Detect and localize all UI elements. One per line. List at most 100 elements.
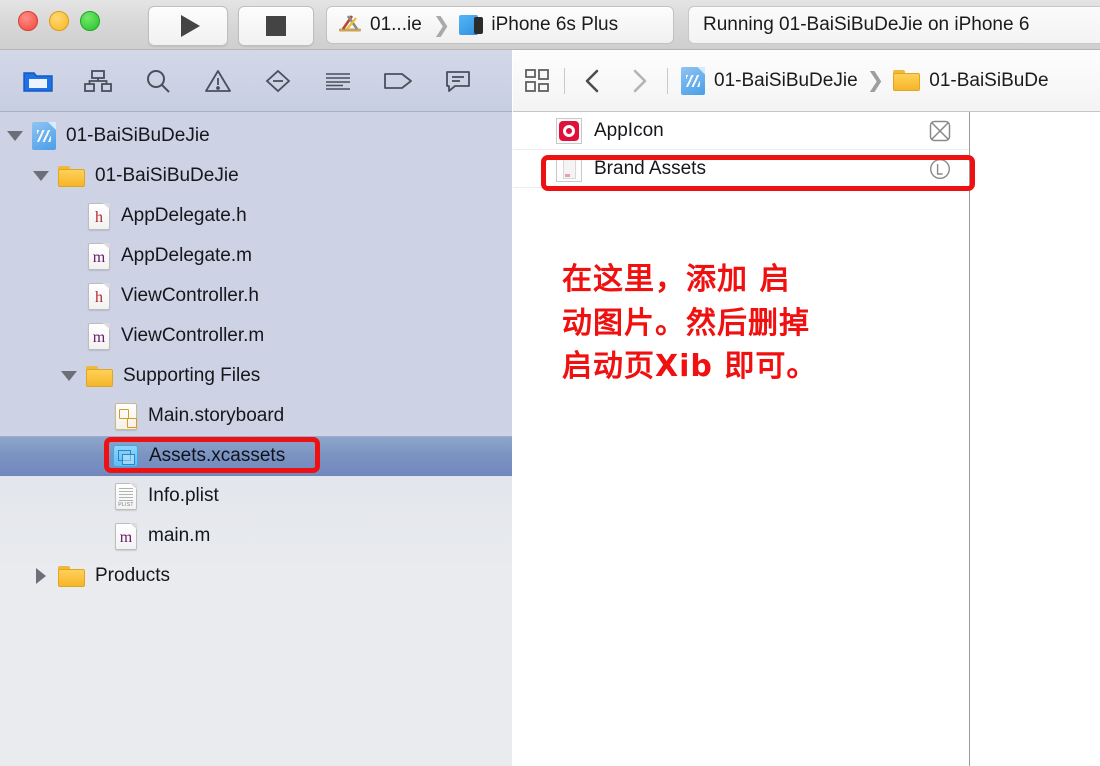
nav-row-label: AppDelegate.m [121, 245, 252, 266]
folder-icon [86, 365, 113, 387]
annotation-line-1: 在这里，添加 启 [562, 262, 791, 297]
speech-bubble-icon [446, 70, 470, 92]
breadcrumb-separator-icon: ❯ [866, 69, 885, 92]
hierarchy-icon [84, 69, 112, 92]
objc-file-icon: m [88, 242, 110, 270]
nav-row-info-plist[interactable]: PLIST Info.plist [0, 476, 512, 516]
nav-row-project[interactable]: 01-BaiSiBuDeJie [0, 116, 512, 156]
tag-icon [384, 72, 412, 89]
report-lines-icon [326, 72, 350, 90]
related-items-button[interactable] [513, 68, 561, 94]
annotation-line-2: 动图片。然后删掉 [562, 305, 810, 341]
nav-row-label: main.m [148, 525, 211, 546]
nav-row-label: ViewController.m [121, 325, 265, 346]
activity-status-text: Running 01-BaiSiBuDeJie on iPhone 6 [703, 14, 1030, 35]
forward-button[interactable] [616, 59, 664, 103]
editor-jump-bar: 01-BaiSiBuDeJie ❯ 01-BaiSiBuDe [513, 50, 1100, 112]
disclosure-triangle-down-icon[interactable] [58, 371, 80, 381]
folder-icon [58, 565, 85, 587]
nav-row-viewcontroller-h[interactable]: h ViewController.h [0, 276, 512, 316]
unassigned-square-x-icon [929, 120, 951, 142]
navigator-tab-source-control[interactable] [68, 59, 128, 103]
nav-row-label: Assets.xcassets [149, 445, 286, 466]
project-navigator[interactable]: 01-BaiSiBuDeJie 01-BaiSiBuDeJie h AppDel… [0, 112, 512, 766]
annotation-line-3: 启动页Xib 即可。 [562, 349, 818, 384]
navigator-tab-issues[interactable] [188, 59, 248, 103]
navigator-tab-symbol[interactable] [128, 59, 188, 103]
nav-row-main-storyboard[interactable]: Main.storyboard [0, 396, 512, 436]
nav-row-label: ViewController.h [121, 285, 260, 306]
folder-icon [893, 70, 921, 91]
launch-circle-l-icon [929, 158, 951, 180]
nav-row-appdelegate-m[interactable]: m AppDelegate.m [0, 236, 512, 276]
xcassets-file-icon [113, 445, 138, 467]
back-button[interactable] [568, 59, 616, 103]
asset-catalog-editor: AppIcon Brand Assets [513, 112, 1100, 766]
objc-file-icon: m [88, 322, 110, 350]
navigator-tab-reports[interactable] [428, 59, 488, 103]
stop-button[interactable] [238, 6, 314, 46]
folder-icon [23, 71, 53, 92]
appicon-thumbnail [556, 117, 582, 144]
play-icon [180, 15, 200, 37]
title-bar: 01...ie ❯ iPhone 6s Plus Running 01-BaiS… [0, 0, 1100, 50]
nav-row-label: AppDelegate.h [121, 205, 247, 226]
minimize-button[interactable] [49, 11, 69, 31]
asset-row-brand-assets[interactable]: Brand Assets [513, 150, 969, 188]
nav-row-label: 01-BaiSiBuDeJie [66, 125, 210, 146]
navigator-tab-project[interactable] [8, 59, 68, 103]
navigator-selector-bar [0, 50, 512, 112]
nav-row-viewcontroller-m[interactable]: m ViewController.m [0, 316, 512, 356]
activity-view: Running 01-BaiSiBuDeJie on iPhone 6 [688, 6, 1100, 44]
launch-image-thumbnail [556, 155, 582, 182]
project-file-icon [32, 122, 56, 150]
window-controls [18, 11, 100, 31]
xcode-window: 01...ie ❯ iPhone 6s Plus Running 01-BaiS… [0, 0, 1100, 766]
navigator-tab-debug[interactable] [308, 59, 368, 103]
divider [667, 67, 668, 94]
simulator-device-icon [459, 14, 485, 36]
chevron-left-icon [585, 69, 599, 92]
folder-icon [58, 165, 85, 187]
zoom-button[interactable] [80, 11, 100, 31]
divider [564, 67, 565, 94]
navigator-tab-tests[interactable] [248, 59, 308, 103]
disclosure-triangle-down-icon[interactable] [30, 171, 52, 181]
breadcrumb-item-project[interactable]: 01-BaiSiBuDeJie [681, 66, 858, 95]
objc-file-icon: m [115, 522, 137, 550]
nav-row-label: Info.plist [148, 485, 219, 506]
nav-row-label: 01-BaiSiBuDeJie [95, 165, 239, 186]
nav-row-group-supporting-files[interactable]: Supporting Files [0, 356, 512, 396]
chevron-right-icon [633, 69, 647, 92]
nav-row-assets-xcassets[interactable]: Assets.xcassets [0, 436, 512, 476]
breadcrumb-project-label: 01-BaiSiBuDeJie [714, 69, 858, 91]
nav-row-main-m[interactable]: m main.m [0, 516, 512, 556]
scheme-name: 01...ie [370, 14, 422, 35]
breadcrumb-folder-label: 01-BaiSiBuDe [929, 69, 1049, 91]
search-icon [147, 69, 170, 93]
breakpoint-diamond-icon [265, 69, 291, 92]
close-button[interactable] [18, 11, 38, 31]
asset-row-appicon[interactable]: AppIcon [513, 112, 969, 150]
nav-row-group-main[interactable]: 01-BaiSiBuDeJie [0, 156, 512, 196]
nav-row-label: Main.storyboard [148, 405, 285, 426]
navigator-tab-breakpoints[interactable] [368, 59, 428, 103]
run-button[interactable] [148, 6, 228, 46]
disclosure-triangle-right-icon[interactable] [30, 568, 52, 584]
asset-label: AppIcon [594, 119, 664, 141]
plist-file-icon: PLIST [115, 482, 137, 510]
warning-triangle-icon [205, 69, 231, 92]
disclosure-triangle-down-icon[interactable] [4, 131, 26, 141]
header-file-icon: h [88, 282, 110, 310]
nav-row-products[interactable]: Products [0, 556, 512, 596]
four-squares-icon [525, 68, 549, 92]
header-file-icon: h [88, 202, 110, 230]
breadcrumb-item-folder[interactable]: 01-BaiSiBuDe [893, 69, 1049, 92]
nav-row-label: Products [95, 565, 170, 586]
scheme-destination-selector[interactable]: 01...ie ❯ iPhone 6s Plus [326, 6, 674, 44]
asset-list[interactable]: AppIcon Brand Assets [513, 112, 970, 766]
nav-row-appdelegate-h[interactable]: h AppDelegate.h [0, 196, 512, 236]
asset-detail-pane [971, 112, 1100, 766]
project-file-icon [681, 66, 705, 95]
destination-name: iPhone 6s Plus [491, 14, 619, 35]
